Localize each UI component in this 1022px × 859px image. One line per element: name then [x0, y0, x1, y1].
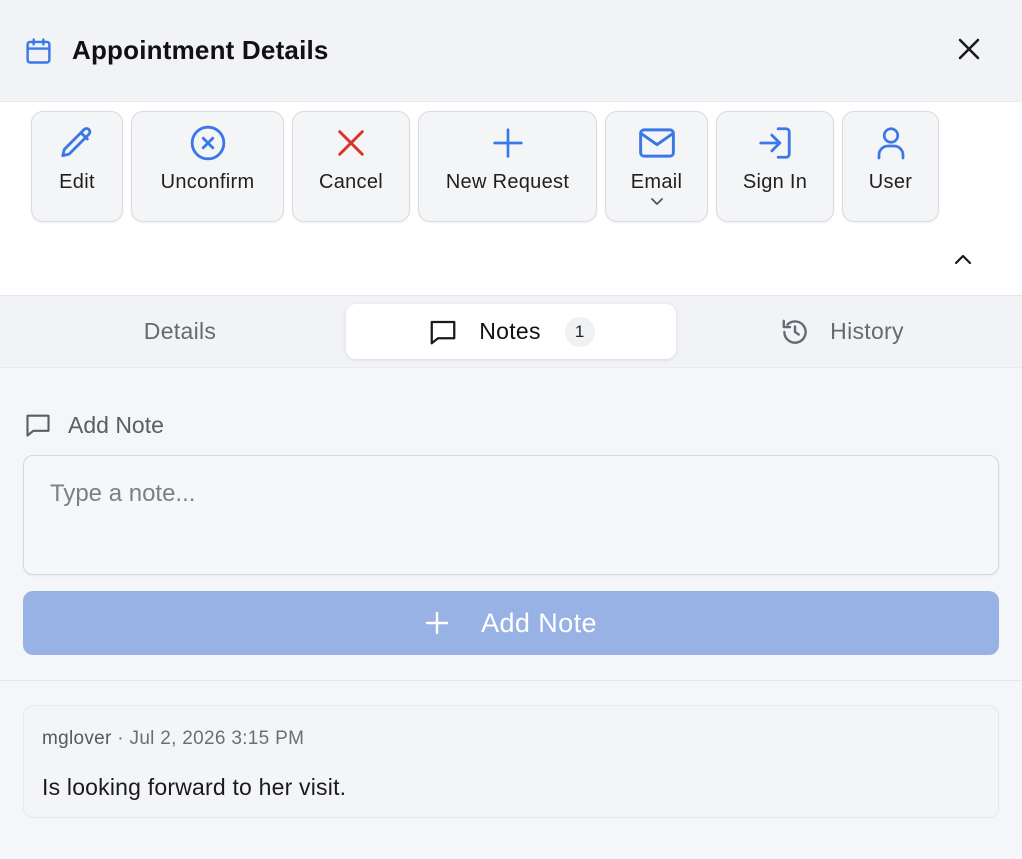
- tab-history-label: History: [830, 318, 904, 344]
- message-square-icon: [427, 317, 459, 347]
- add-note-heading-label: Add Note: [68, 411, 164, 438]
- pencil-icon: [58, 124, 96, 162]
- unconfirm-label: Unconfirm: [160, 171, 255, 193]
- unconfirm-button[interactable]: Unconfirm: [131, 111, 284, 222]
- mail-icon: [637, 124, 677, 162]
- cancel-label: Cancel: [318, 171, 384, 193]
- new-request-label: New Request: [445, 171, 570, 193]
- sign-in-icon: [756, 124, 794, 162]
- tab-notes-label: Notes: [479, 318, 541, 344]
- x-circle-icon: [189, 124, 227, 162]
- page-title: Appointment Details: [72, 35, 329, 65]
- note-item: mglover · Jul 2, 2026 3:15 PM Is looking…: [23, 705, 999, 818]
- dialog-header: Appointment Details: [0, 0, 1022, 102]
- tab-details[interactable]: Details: [14, 304, 346, 359]
- edit-label: Edit: [59, 171, 95, 193]
- chevron-up-icon: [954, 254, 972, 265]
- chevron-down-icon: [650, 194, 664, 208]
- sign-in-label: Sign In: [742, 171, 808, 193]
- collapse-toolbar-button[interactable]: [948, 247, 978, 271]
- add-note-button-label: Add Note: [481, 607, 597, 638]
- add-note-heading: Add Note: [24, 408, 164, 442]
- user-label: User: [868, 171, 913, 193]
- email-button[interactable]: Email: [605, 111, 708, 222]
- tab-bar: Details Notes 1 History: [0, 296, 1022, 368]
- notes-count-badge: 1: [564, 316, 595, 347]
- note-input[interactable]: [23, 455, 999, 575]
- cancel-button[interactable]: Cancel: [292, 111, 410, 222]
- plus-icon: [492, 124, 524, 162]
- tab-notes[interactable]: Notes 1: [346, 304, 676, 359]
- add-note-button[interactable]: Add Note: [23, 591, 999, 655]
- user-icon: [873, 124, 909, 162]
- note-author: mglover: [42, 728, 112, 749]
- section-divider: [0, 680, 1022, 681]
- email-label: Email: [630, 171, 683, 193]
- close-icon: [957, 37, 981, 61]
- note-meta: mglover · Jul 2, 2026 3:15 PM: [42, 728, 304, 750]
- note-timestamp: Jul 2, 2026 3:15 PM: [129, 728, 305, 749]
- x-icon: [336, 124, 366, 162]
- tab-details-label: Details: [143, 318, 217, 344]
- new-request-button[interactable]: New Request: [418, 111, 597, 222]
- plus-icon: [425, 611, 449, 635]
- note-text: Is looking forward to her visit.: [42, 774, 347, 800]
- tab-history[interactable]: History: [676, 304, 1008, 359]
- note-meta-separator: ·: [117, 728, 124, 749]
- action-toolbar: Edit Unconfirm Cancel New Request Email …: [0, 102, 1022, 296]
- calendar-icon: [24, 36, 54, 66]
- message-square-icon: [24, 411, 52, 439]
- sign-in-button[interactable]: Sign In: [716, 111, 834, 222]
- close-button[interactable]: [954, 34, 984, 64]
- user-button[interactable]: User: [842, 111, 939, 222]
- history-icon: [780, 317, 810, 347]
- edit-button[interactable]: Edit: [31, 111, 123, 222]
